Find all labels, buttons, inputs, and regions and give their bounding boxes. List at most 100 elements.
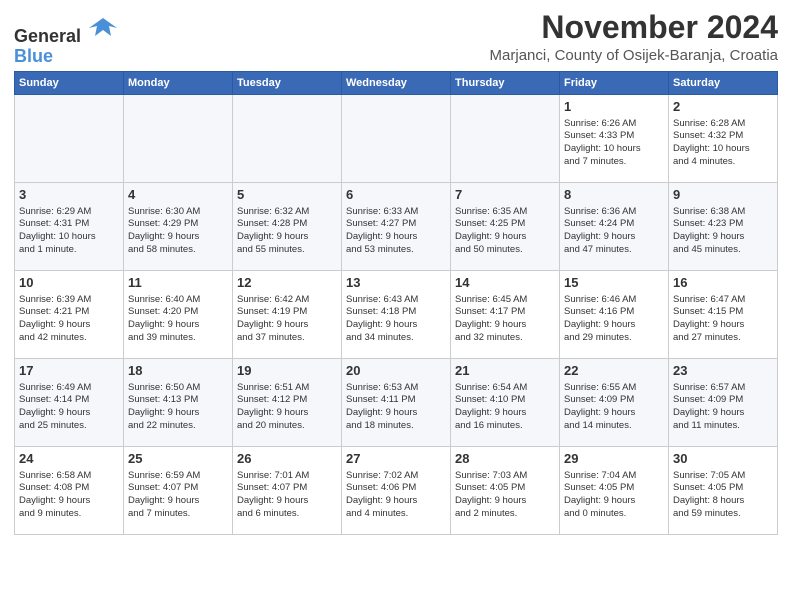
calendar-cell: 19Sunrise: 6:51 AMSunset: 4:12 PMDayligh… xyxy=(233,359,342,447)
day-info-line: Daylight: 10 hours xyxy=(564,143,664,156)
weekday-header-saturday: Saturday xyxy=(669,72,778,95)
calendar-cell xyxy=(451,95,560,183)
day-number: 4 xyxy=(128,186,228,204)
day-number: 21 xyxy=(455,362,555,380)
day-info-line: Sunrise: 6:47 AM xyxy=(673,294,773,307)
day-number: 3 xyxy=(19,186,119,204)
day-info-line: and 39 minutes. xyxy=(128,332,228,345)
day-info-line: Daylight: 9 hours xyxy=(455,407,555,420)
day-number: 10 xyxy=(19,274,119,292)
header: General Blue November 2024 Marjanci, Cou… xyxy=(14,10,778,67)
day-info-line: Sunrise: 7:02 AM xyxy=(346,470,446,483)
day-number: 2 xyxy=(673,98,773,116)
day-number: 26 xyxy=(237,450,337,468)
day-info-line: Daylight: 10 hours xyxy=(19,231,119,244)
calendar-cell: 11 Sunrise: 6:40 AMSunset: 4:20 PMDayligh… xyxy=(124,271,233,359)
day-number: 11 xyxy=(128,274,228,292)
calendar-week-row: 17Sunrise: 6:49 AMSunset: 4:14 PMDayligh… xyxy=(15,359,778,447)
calendar-cell: 14Sunrise: 6:45 AMSunset: 4:17 PMDayligh… xyxy=(451,271,560,359)
day-info-line: Sunrise: 6:50 AM xyxy=(128,382,228,395)
calendar-cell: 18Sunrise: 6:50 AMSunset: 4:13 PMDayligh… xyxy=(124,359,233,447)
calendar-week-row: 3Sunrise: 6:29 AMSunset: 4:31 PMDaylight… xyxy=(15,183,778,271)
logo-blue-text: Blue xyxy=(14,47,117,67)
calendar-cell: 12Sunrise: 6:42 AMSunset: 4:19 PMDayligh… xyxy=(233,271,342,359)
day-info-line: Sunrise: 6:32 AM xyxy=(237,206,337,219)
calendar-cell: 16Sunrise: 6:47 AMSunset: 4:15 PMDayligh… xyxy=(669,271,778,359)
calendar-cell: 5Sunrise: 6:32 AMSunset: 4:28 PMDaylight… xyxy=(233,183,342,271)
calendar-week-row: 24Sunrise: 6:58 AMSunset: 4:08 PMDayligh… xyxy=(15,447,778,535)
day-info-line: Sunset: 4:27 PM xyxy=(346,218,446,231)
day-number: 19 xyxy=(237,362,337,380)
day-info-line: Sunrise: 6:36 AM xyxy=(564,206,664,219)
calendar-cell xyxy=(233,95,342,183)
day-info-line: Sunrise: 6:26 AM xyxy=(564,118,664,131)
calendar-week-row: 1Sunrise: 6:26 AMSunset: 4:33 PMDaylight… xyxy=(15,95,778,183)
day-info-line: Daylight: 9 hours xyxy=(237,231,337,244)
day-info-line: Sunrise: 6:40 AM xyxy=(128,294,228,307)
calendar-cell: 21Sunrise: 6:54 AMSunset: 4:10 PMDayligh… xyxy=(451,359,560,447)
day-number: 20 xyxy=(346,362,446,380)
day-number: 29 xyxy=(564,450,664,468)
day-info-line: Sunrise: 6:55 AM xyxy=(564,382,664,395)
day-info-line: Daylight: 9 hours xyxy=(455,495,555,508)
day-info-line: Sunset: 4:05 PM xyxy=(455,482,555,495)
day-number: 17 xyxy=(19,362,119,380)
calendar-cell: 17Sunrise: 6:49 AMSunset: 4:14 PMDayligh… xyxy=(15,359,124,447)
day-info-line: Sunset: 4:10 PM xyxy=(455,394,555,407)
day-info-line: and 58 minutes. xyxy=(128,244,228,257)
day-info-line: and 4 minutes. xyxy=(673,156,773,169)
logo: General Blue xyxy=(14,14,117,67)
day-info-line: and 0 minutes. xyxy=(564,508,664,521)
day-number: 22 xyxy=(564,362,664,380)
day-info-line: Daylight: 8 hours xyxy=(673,495,773,508)
day-info-line: and 27 minutes. xyxy=(673,332,773,345)
day-number: 14 xyxy=(455,274,555,292)
calendar-cell: 9Sunrise: 6:38 AMSunset: 4:23 PMDaylight… xyxy=(669,183,778,271)
day-info-line: Sunrise: 7:04 AM xyxy=(564,470,664,483)
day-info-line: and 16 minutes. xyxy=(455,420,555,433)
day-info-line: Daylight: 9 hours xyxy=(346,231,446,244)
day-info-line: Sunrise: 6:57 AM xyxy=(673,382,773,395)
day-info-line: Sunset: 4:20 PM xyxy=(128,306,228,319)
day-info-line: Sunrise: 6:58 AM xyxy=(19,470,119,483)
day-info-line: and 55 minutes. xyxy=(237,244,337,257)
weekday-header-wednesday: Wednesday xyxy=(342,72,451,95)
calendar-cell xyxy=(124,95,233,183)
calendar-cell xyxy=(342,95,451,183)
day-info-line: Sunrise: 6:53 AM xyxy=(346,382,446,395)
day-info-line: Daylight: 10 hours xyxy=(673,143,773,156)
day-info-line: Sunset: 4:19 PM xyxy=(237,306,337,319)
weekday-header-sunday: Sunday xyxy=(15,72,124,95)
day-info-line: and 34 minutes. xyxy=(346,332,446,345)
day-info-line: Sunrise: 6:49 AM xyxy=(19,382,119,395)
day-info-line: and 22 minutes. xyxy=(128,420,228,433)
day-info-line: and 1 minute. xyxy=(19,244,119,257)
calendar-cell: 8Sunrise: 6:36 AMSunset: 4:24 PMDaylight… xyxy=(560,183,669,271)
calendar-cell: 6Sunrise: 6:33 AMSunset: 4:27 PMDaylight… xyxy=(342,183,451,271)
calendar-cell: 3Sunrise: 6:29 AMSunset: 4:31 PMDaylight… xyxy=(15,183,124,271)
weekday-header-thursday: Thursday xyxy=(451,72,560,95)
calendar-cell: 27Sunrise: 7:02 AMSunset: 4:06 PMDayligh… xyxy=(342,447,451,535)
day-info-line: Sunset: 4:32 PM xyxy=(673,130,773,143)
day-number: 8 xyxy=(564,186,664,204)
day-info-line: Sunrise: 6:51 AM xyxy=(237,382,337,395)
day-info-line: Daylight: 9 hours xyxy=(128,407,228,420)
calendar-table: SundayMondayTuesdayWednesdayThursdayFrid… xyxy=(14,71,778,535)
day-info-line: Sunset: 4:05 PM xyxy=(564,482,664,495)
day-info-line: Sunset: 4:06 PM xyxy=(346,482,446,495)
day-info-line: and 32 minutes. xyxy=(455,332,555,345)
day-info-line: Sunrise: 6:35 AM xyxy=(455,206,555,219)
day-info-line: Daylight: 9 hours xyxy=(19,319,119,332)
day-info-line: and 59 minutes. xyxy=(673,508,773,521)
day-info-line: Sunset: 4:33 PM xyxy=(564,130,664,143)
day-info-line: Sunset: 4:21 PM xyxy=(19,306,119,319)
calendar-cell: 26Sunrise: 7:01 AMSunset: 4:07 PMDayligh… xyxy=(233,447,342,535)
page-container: General Blue November 2024 Marjanci, Cou… xyxy=(0,0,792,543)
day-info-line: Daylight: 9 hours xyxy=(19,407,119,420)
weekday-header-tuesday: Tuesday xyxy=(233,72,342,95)
day-info-line: Sunset: 4:09 PM xyxy=(564,394,664,407)
calendar-cell: 2Sunrise: 6:28 AMSunset: 4:32 PMDaylight… xyxy=(669,95,778,183)
day-number: 12 xyxy=(237,274,337,292)
day-number: 6 xyxy=(346,186,446,204)
day-info-line: Daylight: 9 hours xyxy=(128,319,228,332)
